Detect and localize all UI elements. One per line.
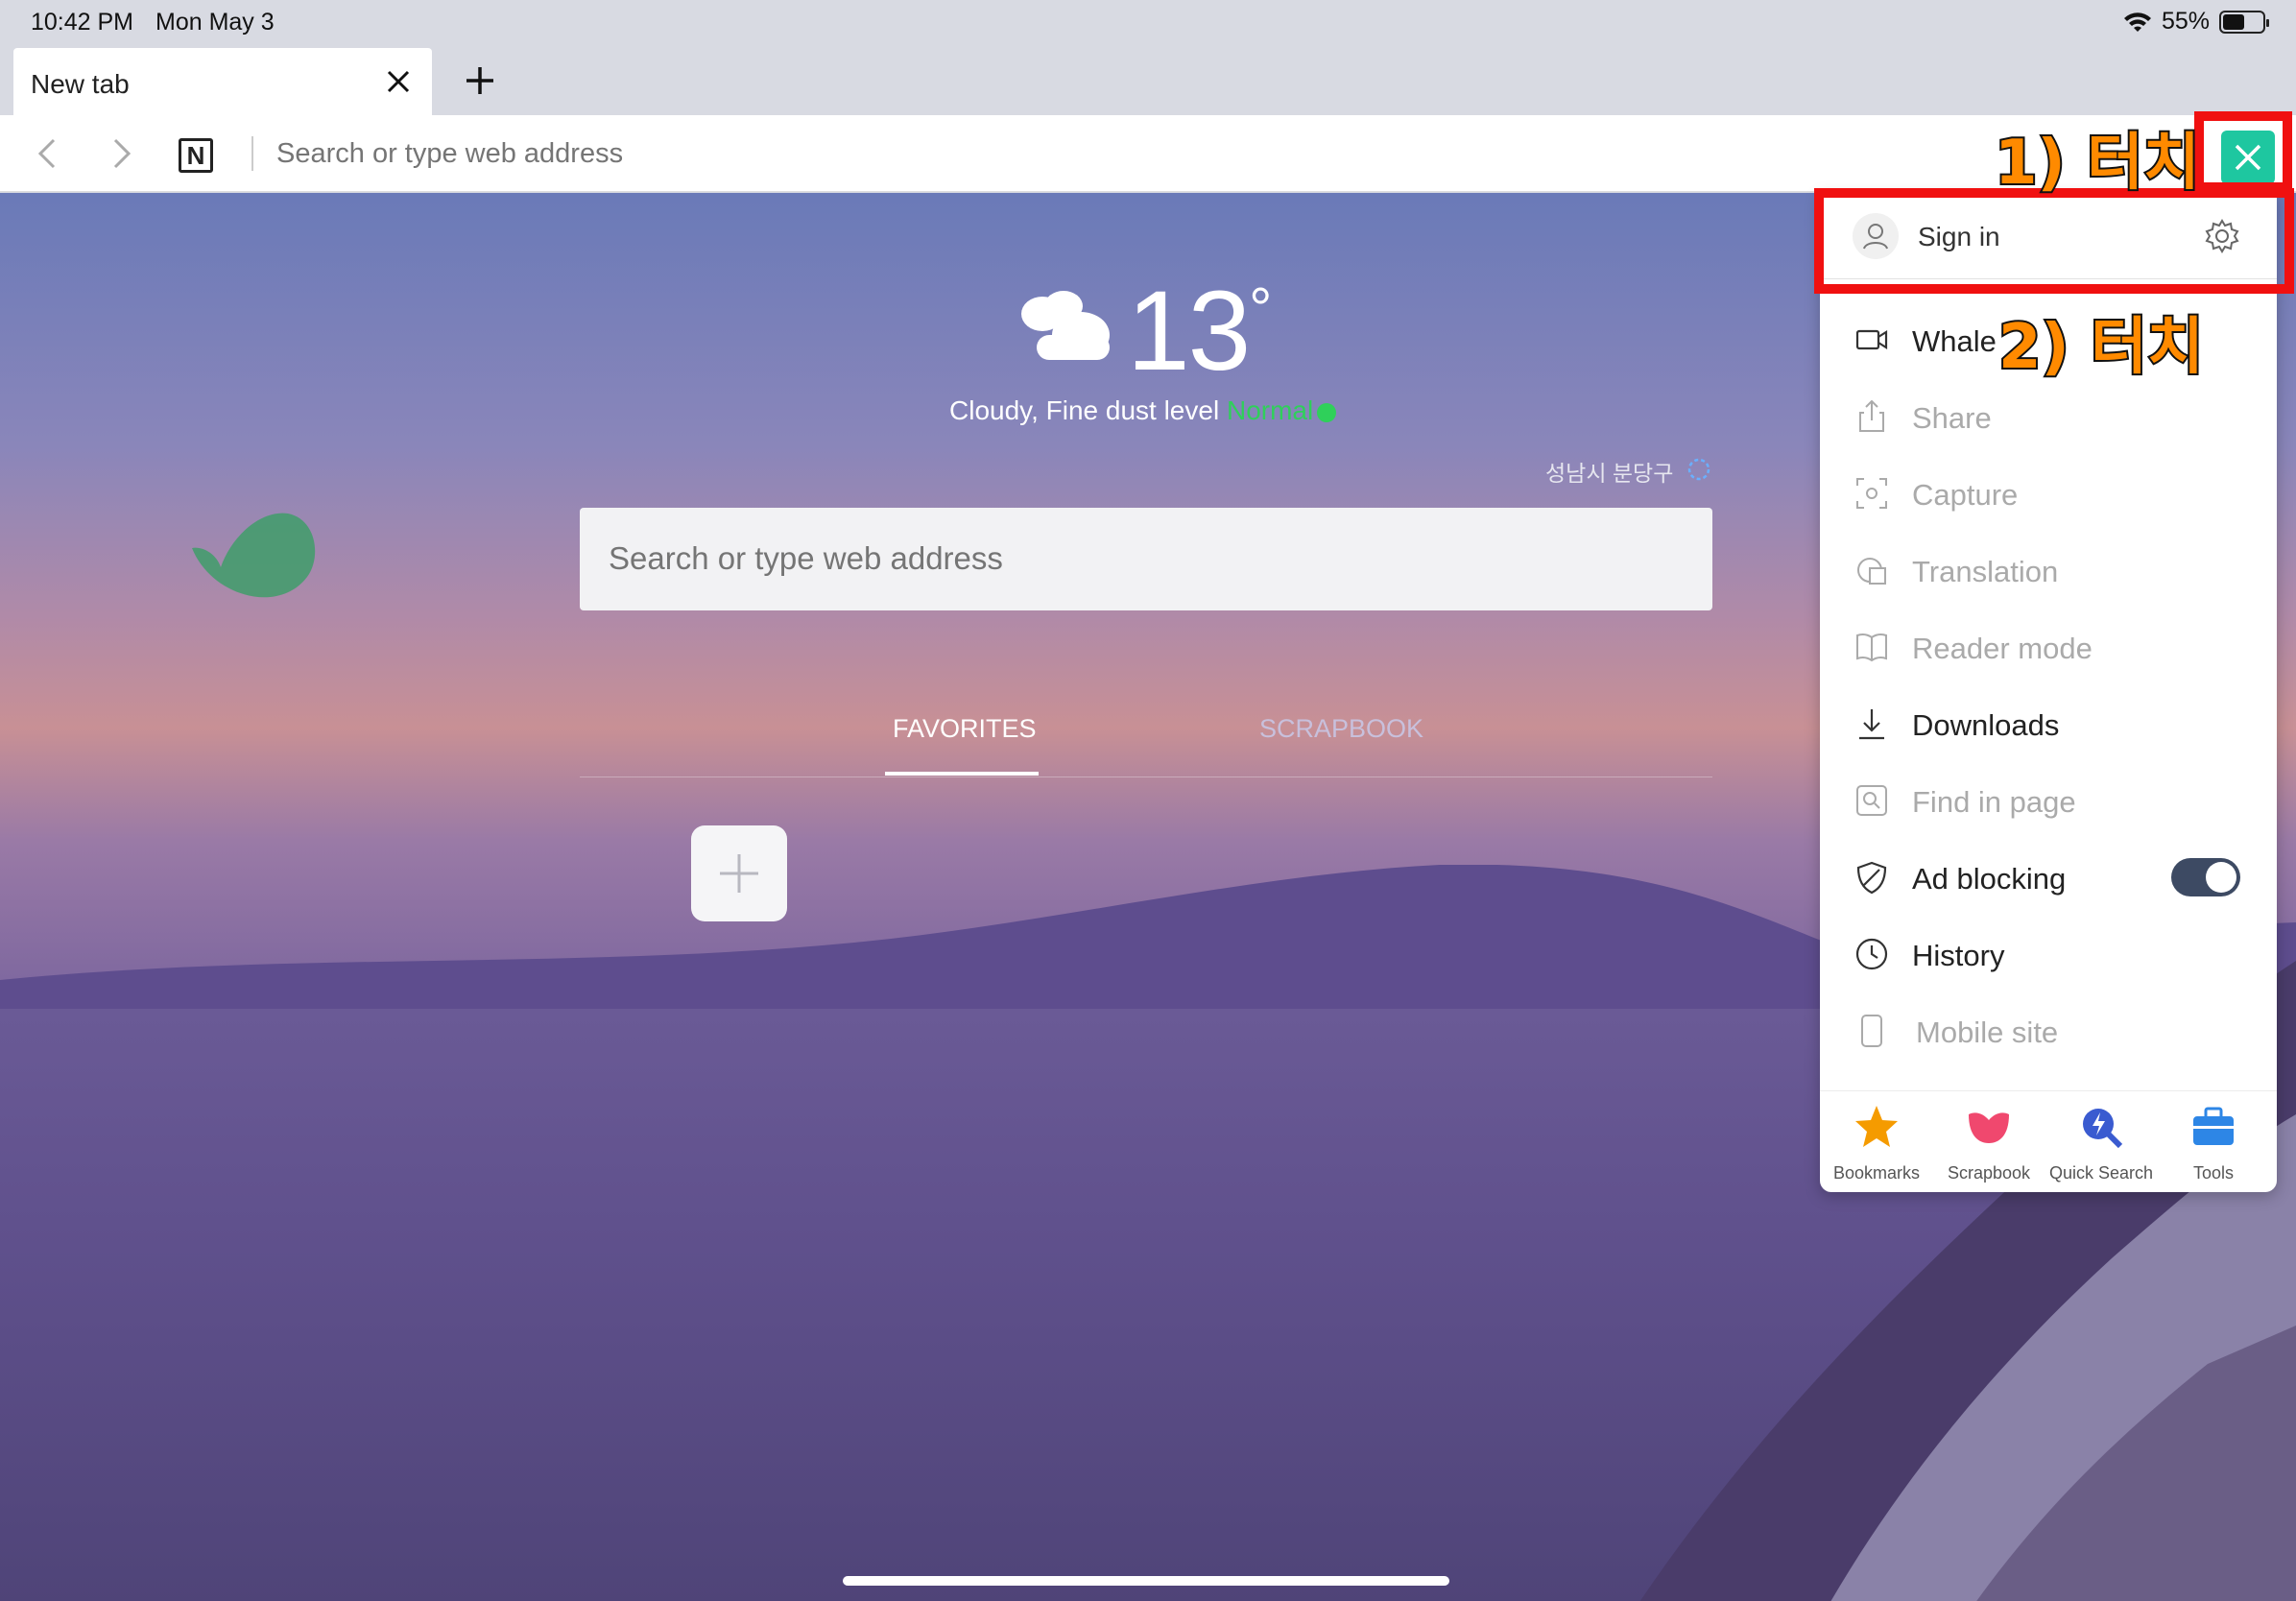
home-search-box[interactable]	[580, 508, 1712, 610]
menu-item-mobile-site[interactable]: Mobile site	[1820, 992, 2277, 1069]
video-icon	[1855, 329, 1888, 350]
menu-label-history: History	[1912, 939, 2005, 972]
dust-status: Normal	[1226, 395, 1314, 425]
dock-tools[interactable]: Tools	[2157, 1103, 2270, 1183]
address-toolbar: N	[0, 115, 2296, 192]
menu-item-translation[interactable]: Translation	[1820, 532, 2277, 609]
highlight-sign-in	[1814, 188, 2294, 294]
highlight-close-button	[2194, 111, 2292, 192]
menu-label-find-in-page: Find in page	[1912, 785, 2076, 819]
menu-item-reader-mode[interactable]: Reader mode	[1820, 609, 2277, 685]
tab-scrapbook[interactable]: SCRAPBOOK	[1259, 714, 1423, 744]
download-icon	[1859, 709, 1884, 740]
tab-favorites[interactable]: FAVORITES	[893, 714, 1037, 744]
home-indicator[interactable]	[843, 1576, 1449, 1586]
status-time: 10:42 PM	[31, 9, 134, 36]
menu-label-translation: Translation	[1912, 555, 2059, 588]
menu-label-ad-blocking: Ad blocking	[1912, 862, 2067, 896]
share-icon	[1859, 399, 1884, 432]
menu-label-share: Share	[1912, 401, 1992, 435]
location-label: 성남시 분당구	[1545, 461, 1674, 486]
wifi-icon	[2123, 12, 2151, 32]
tools-icon	[2193, 1107, 2234, 1145]
menu-item-share[interactable]: Share	[1820, 378, 2277, 455]
capture-icon	[1856, 478, 1887, 509]
menu-label-downloads: Downloads	[1912, 708, 2060, 742]
dock-quick-search[interactable]: Quick Search	[2045, 1103, 2158, 1183]
status-bar: 10:42 PM Mon May 3 55%	[0, 0, 2296, 44]
close-tab-icon[interactable]	[386, 69, 411, 94]
home-search-input[interactable]	[609, 537, 1664, 581]
menu-item-capture[interactable]: Capture	[1820, 455, 2277, 532]
temperature: 13°	[1127, 268, 1272, 394]
battery-icon	[2219, 10, 2269, 34]
active-tab-indicator	[885, 772, 1039, 776]
add-favorite-button[interactable]	[691, 825, 787, 921]
book-icon	[1856, 633, 1887, 662]
new-tab-button[interactable]	[463, 63, 497, 98]
dock-scrapbook[interactable]: Scrapbook	[1932, 1103, 2045, 1183]
quick-search-icon	[2083, 1109, 2123, 1149]
menu-item-history[interactable]: History	[1820, 916, 2277, 992]
clock-icon	[1855, 938, 1888, 970]
dust-indicator-icon	[1317, 403, 1337, 422]
translation-icon	[1857, 558, 1886, 585]
star-icon	[1855, 1106, 1898, 1147]
menu-label-capture: Capture	[1912, 478, 2019, 512]
home-tabs: FAVORITES SCRAPBOOK	[580, 710, 1712, 777]
status-date: Mon May 3	[155, 9, 275, 36]
scrapbook-icon	[1969, 1112, 2009, 1143]
tab-new-tab[interactable]: New tab	[13, 48, 432, 115]
battery-percent: 55%	[2161, 8, 2210, 35]
tab-title: New tab	[31, 69, 130, 99]
back-button[interactable]	[31, 136, 65, 171]
annotation-step-1: 1) 터치	[1993, 126, 2202, 201]
menu-dock: Bookmarks Scrapbook Quick Search Tools	[1820, 1090, 2277, 1192]
mobile-icon	[1861, 1015, 1882, 1047]
weather-description: Cloudy, Fine dust level Normal	[949, 395, 1337, 426]
annotation-step-2: 2) 터치	[1997, 310, 2206, 385]
naver-logo-icon[interactable]: N	[179, 138, 213, 173]
address-separator	[251, 136, 253, 171]
menu-label-mobile-site: Mobile site	[1916, 1016, 2059, 1049]
tab-strip: New tab	[0, 44, 2296, 115]
status-right: 55%	[2123, 8, 2269, 36]
menu-label-reader-mode: Reader mode	[1912, 632, 2093, 665]
whale-logo-icon	[192, 513, 316, 598]
menu-item-find-in-page[interactable]: Find in page	[1820, 762, 2277, 839]
dock-bookmarks[interactable]: Bookmarks	[1820, 1103, 1933, 1183]
address-input[interactable]	[276, 134, 1812, 173]
menu-item-ad-blocking[interactable]: Ad blocking	[1820, 839, 2277, 916]
cloudy-icon	[1021, 291, 1110, 360]
shield-icon	[1856, 861, 1887, 895]
plus-icon	[720, 854, 758, 893]
ad-blocking-toggle[interactable]	[2171, 858, 2240, 896]
weather-widget: 13°	[1014, 268, 1302, 394]
find-icon	[1856, 785, 1887, 816]
menu-item-downloads[interactable]: Downloads	[1820, 685, 2277, 762]
location-refresh-icon[interactable]	[1686, 457, 1711, 482]
menu-label-whale: Whale	[1912, 324, 1997, 358]
forward-button[interactable]	[104, 136, 138, 171]
